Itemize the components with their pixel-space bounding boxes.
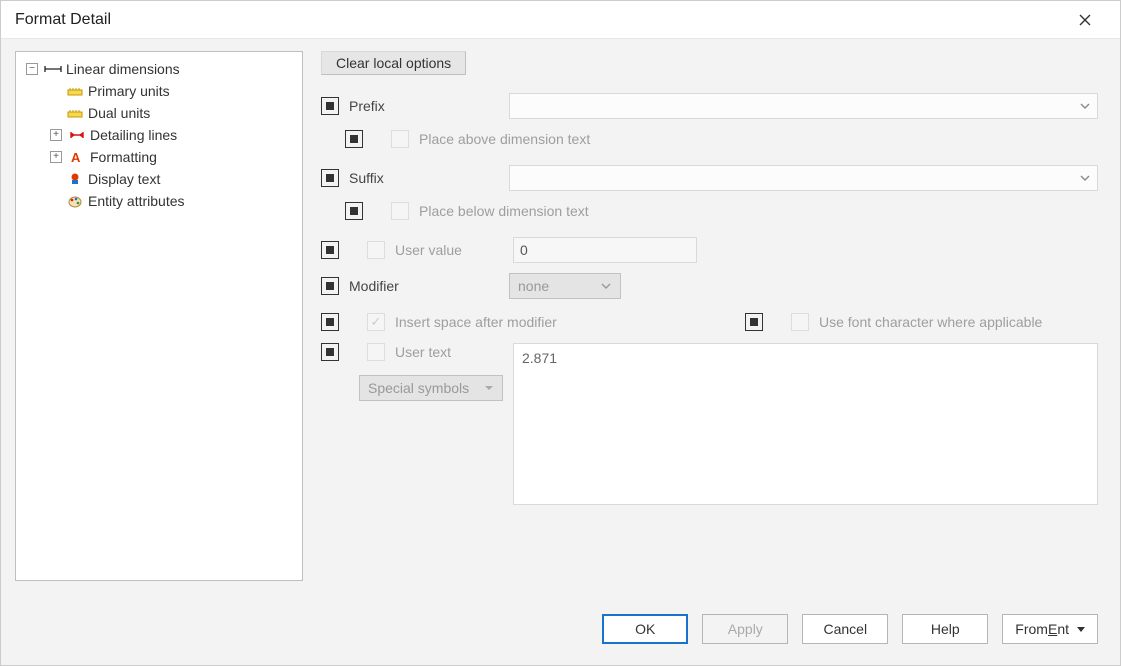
use-font-char-checkbox[interactable]: [791, 313, 809, 331]
tree-label: Entity attributes: [88, 193, 185, 209]
tree-label: Detailing lines: [90, 127, 177, 143]
modifier-select[interactable]: none: [509, 273, 621, 299]
place-below-label: Place below dimension text: [419, 203, 589, 219]
client-area: − Linear dimensions: [1, 39, 1120, 665]
expand-icon[interactable]: +: [50, 151, 62, 163]
from-ent-button[interactable]: From Ent: [1002, 614, 1098, 644]
option-indicator[interactable]: [321, 343, 339, 361]
user-text-checkbox[interactable]: [367, 343, 385, 361]
user-value-checkbox[interactable]: [367, 241, 385, 259]
insert-space-checkbox[interactable]: ✓: [367, 313, 385, 331]
user-value-label: User value: [395, 242, 503, 258]
tree-panel: − Linear dimensions: [15, 51, 303, 581]
titlebar: Format Detail: [1, 1, 1120, 39]
tree-label: Display text: [88, 171, 160, 187]
prefix-label: Prefix: [349, 98, 499, 114]
suffix-combo[interactable]: [509, 165, 1098, 191]
options-tree[interactable]: − Linear dimensions: [18, 58, 300, 212]
palette-icon: [66, 193, 84, 209]
close-button[interactable]: [1062, 5, 1108, 35]
chevron-down-icon: [1079, 172, 1091, 184]
collapse-icon[interactable]: −: [26, 63, 38, 75]
letter-a-icon: A: [68, 149, 86, 165]
tree-label: Dual units: [88, 105, 150, 121]
apply-button: Apply: [702, 614, 788, 644]
close-icon: [1079, 14, 1091, 26]
option-indicator[interactable]: [321, 169, 339, 187]
option-indicator[interactable]: [321, 277, 339, 295]
place-below-checkbox[interactable]: [391, 202, 409, 220]
ruler-icon: [66, 83, 84, 99]
user-text-label: User text: [395, 344, 503, 360]
insert-space-label: Insert space after modifier: [395, 314, 735, 330]
suffix-label: Suffix: [349, 170, 499, 186]
tree-item-display-text[interactable]: Display text: [48, 168, 300, 190]
option-indicator[interactable]: [321, 97, 339, 115]
form-panel: Clear local options Prefix Place above d…: [321, 51, 1106, 655]
tree-item-linear-dimensions[interactable]: − Linear dimensions: [24, 58, 300, 80]
dialog-window: Format Detail − Linear dimensions: [0, 0, 1121, 666]
option-indicator[interactable]: [321, 313, 339, 331]
chevron-down-icon: [600, 280, 612, 292]
tree-label: Primary units: [88, 83, 170, 99]
clear-local-options-button[interactable]: Clear local options: [321, 51, 466, 75]
special-symbols-select[interactable]: Special symbols: [359, 375, 503, 401]
use-font-char-label: Use font character where applicable: [819, 314, 1042, 330]
caret-down-icon: [484, 383, 494, 393]
tree-label: Linear dimensions: [66, 61, 180, 77]
option-indicator[interactable]: [345, 130, 363, 148]
user-text-area[interactable]: [513, 343, 1098, 505]
chevron-down-icon: [1079, 100, 1091, 112]
user-value-input[interactable]: 0: [513, 237, 697, 263]
cancel-button[interactable]: Cancel: [802, 614, 888, 644]
ruler-icon: [66, 105, 84, 121]
dialog-title: Format Detail: [15, 11, 111, 29]
expand-icon[interactable]: +: [50, 129, 62, 141]
tree-item-formatting[interactable]: + A Formatting: [48, 146, 300, 168]
modifier-label: Modifier: [349, 278, 499, 294]
place-above-label: Place above dimension text: [419, 131, 590, 147]
ok-button[interactable]: OK: [602, 614, 688, 644]
option-indicator[interactable]: [321, 241, 339, 259]
option-indicator[interactable]: [345, 202, 363, 220]
display-text-icon: [66, 171, 84, 187]
svg-text:A: A: [71, 150, 81, 164]
tree-item-dual-units[interactable]: Dual units: [48, 102, 300, 124]
help-button[interactable]: Help: [902, 614, 988, 644]
prefix-combo[interactable]: [509, 93, 1098, 119]
place-above-checkbox[interactable]: [391, 130, 409, 148]
dimension-icon: [44, 61, 62, 77]
tree-item-detailing-lines[interactable]: + Detailing lines: [48, 124, 300, 146]
tree-label: Formatting: [90, 149, 157, 165]
tree-item-primary-units[interactable]: Primary units: [48, 80, 300, 102]
button-bar: OK Apply Cancel Help From Ent: [321, 603, 1106, 655]
option-indicator[interactable]: [745, 313, 763, 331]
detailing-icon: [68, 127, 86, 143]
tree-item-entity-attributes[interactable]: Entity attributes: [48, 190, 300, 212]
